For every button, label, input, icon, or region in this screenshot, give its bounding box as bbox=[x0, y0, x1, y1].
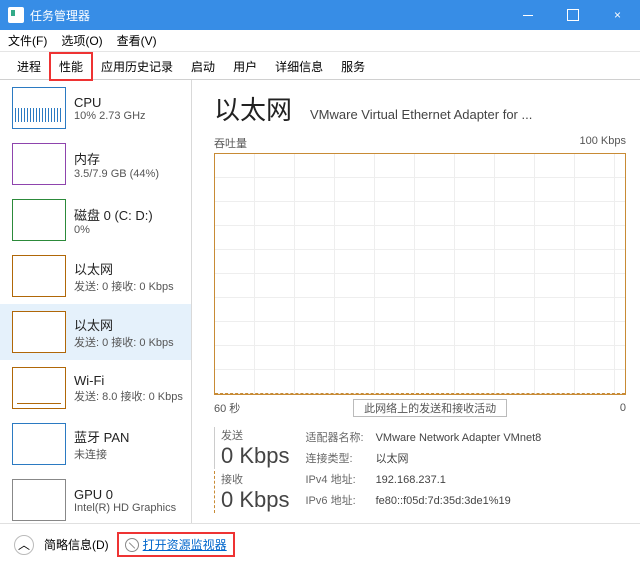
footer: ︿ 简略信息(D) 打开资源监视器 bbox=[0, 523, 640, 565]
detail-ipv4: 192.168.237.1 bbox=[376, 471, 542, 490]
menu-options[interactable]: 选项(O) bbox=[61, 32, 102, 49]
gpu-thumb-icon bbox=[12, 479, 66, 521]
minimize-button[interactable] bbox=[505, 0, 550, 30]
sidebar-item-disk[interactable]: 磁盘 0 (C: D:)0% bbox=[0, 192, 191, 248]
collapse-button[interactable]: ︿ bbox=[14, 535, 34, 555]
detail-ipv6: fe80::f05d:7d:35d:3de1%19 bbox=[376, 492, 542, 511]
sidebar-item-label: 以太网 bbox=[74, 259, 174, 278]
menu-view[interactable]: 查看(V) bbox=[117, 32, 157, 49]
chevron-up-icon: ︿ bbox=[18, 536, 30, 553]
send-label: 发送 bbox=[221, 427, 290, 443]
sidebar-item-label: Wi-Fi bbox=[74, 373, 183, 388]
adapter-description: VMware Virtual Ethernet Adapter for ... bbox=[310, 107, 626, 122]
bluetooth-thumb-icon bbox=[12, 423, 66, 465]
menu-bar: 文件(F) 选项(O) 查看(V) bbox=[0, 30, 640, 52]
tab-startup[interactable]: 启动 bbox=[182, 53, 224, 79]
sidebar-item-cpu[interactable]: CPU10% 2.73 GHz bbox=[0, 80, 191, 136]
sidebar-item-ethernet-1[interactable]: 以太网发送: 0 接收: 0 Kbps bbox=[0, 248, 191, 304]
sidebar-item-memory[interactable]: 内存3.5/7.9 GB (44%) bbox=[0, 136, 191, 192]
tab-users[interactable]: 用户 bbox=[224, 53, 266, 79]
sidebar-item-label: CPU bbox=[74, 95, 146, 110]
sidebar-item-ethernet-2[interactable]: 以太网发送: 0 接收: 0 Kbps bbox=[0, 304, 191, 360]
tab-bar: 进程 性能 应用历史记录 启动 用户 详细信息 服务 bbox=[0, 52, 640, 80]
recv-value: 0 Kbps bbox=[221, 487, 290, 513]
tab-details[interactable]: 详细信息 bbox=[266, 53, 332, 79]
sidebar-item-label: 内存 bbox=[74, 149, 159, 168]
detail-adapter-name: VMware Network Adapter VMnet8 bbox=[376, 429, 542, 448]
recv-label: 接收 bbox=[221, 471, 290, 487]
close-button[interactable]: × bbox=[595, 0, 640, 30]
menu-file[interactable]: 文件(F) bbox=[8, 32, 47, 49]
chart-y-max: 100 Kbps bbox=[580, 135, 626, 151]
resource-monitor-icon bbox=[125, 538, 139, 552]
window-title: 任务管理器 bbox=[30, 7, 505, 24]
detail-conn-type: 以太网 bbox=[376, 450, 542, 469]
throughput-chart bbox=[214, 153, 626, 395]
tab-app-history[interactable]: 应用历史记录 bbox=[92, 53, 182, 79]
wifi-thumb-icon bbox=[12, 367, 66, 409]
cpu-thumb-icon bbox=[12, 87, 66, 129]
app-icon bbox=[8, 7, 24, 23]
main-panel: 以太网 VMware Virtual Ethernet Adapter for … bbox=[192, 80, 640, 523]
sidebar-item-label: 以太网 bbox=[74, 315, 174, 334]
ethernet-thumb-icon bbox=[12, 255, 66, 297]
ethernet-thumb-icon bbox=[12, 311, 66, 353]
sidebar-item-label: 蓝牙 PAN bbox=[74, 427, 129, 446]
resource-monitor-highlight: 打开资源监视器 bbox=[119, 534, 233, 555]
disk-thumb-icon bbox=[12, 199, 66, 241]
chart-y-label: 吞吐量 bbox=[214, 135, 247, 151]
send-value: 0 Kbps bbox=[221, 443, 290, 469]
sidebar-item-bluetooth[interactable]: 蓝牙 PAN未连接 bbox=[0, 416, 191, 472]
adapter-details: 适配器名称:VMware Network Adapter VMnet8 连接类型… bbox=[304, 427, 544, 513]
tab-processes[interactable]: 进程 bbox=[8, 53, 50, 79]
tab-services[interactable]: 服务 bbox=[332, 53, 374, 79]
memory-thumb-icon bbox=[12, 143, 66, 185]
chart-x-right: 0 bbox=[620, 402, 626, 414]
sidebar-item-label: GPU 0 bbox=[74, 487, 176, 502]
chart-overlay-label: 此网络上的发送和接收活动 bbox=[353, 399, 507, 417]
sidebar: CPU10% 2.73 GHz 内存3.5/7.9 GB (44%) 磁盘 0 … bbox=[0, 80, 192, 523]
sidebar-item-gpu[interactable]: GPU 0Intel(R) HD Graphics bbox=[0, 472, 191, 523]
sidebar-item-label: 磁盘 0 (C: D:) bbox=[74, 205, 153, 224]
panel-title: 以太网 bbox=[214, 90, 292, 127]
maximize-button[interactable] bbox=[550, 0, 595, 30]
sidebar-item-wifi[interactable]: Wi-Fi发送: 8.0 接收: 0 Kbps bbox=[0, 360, 191, 416]
title-bar: 任务管理器 × bbox=[0, 0, 640, 30]
fewer-details-link[interactable]: 简略信息(D) bbox=[44, 536, 109, 553]
open-resource-monitor-link[interactable]: 打开资源监视器 bbox=[143, 536, 227, 553]
tab-performance[interactable]: 性能 bbox=[50, 53, 92, 80]
chart-x-left: 60 秒 bbox=[214, 400, 240, 416]
